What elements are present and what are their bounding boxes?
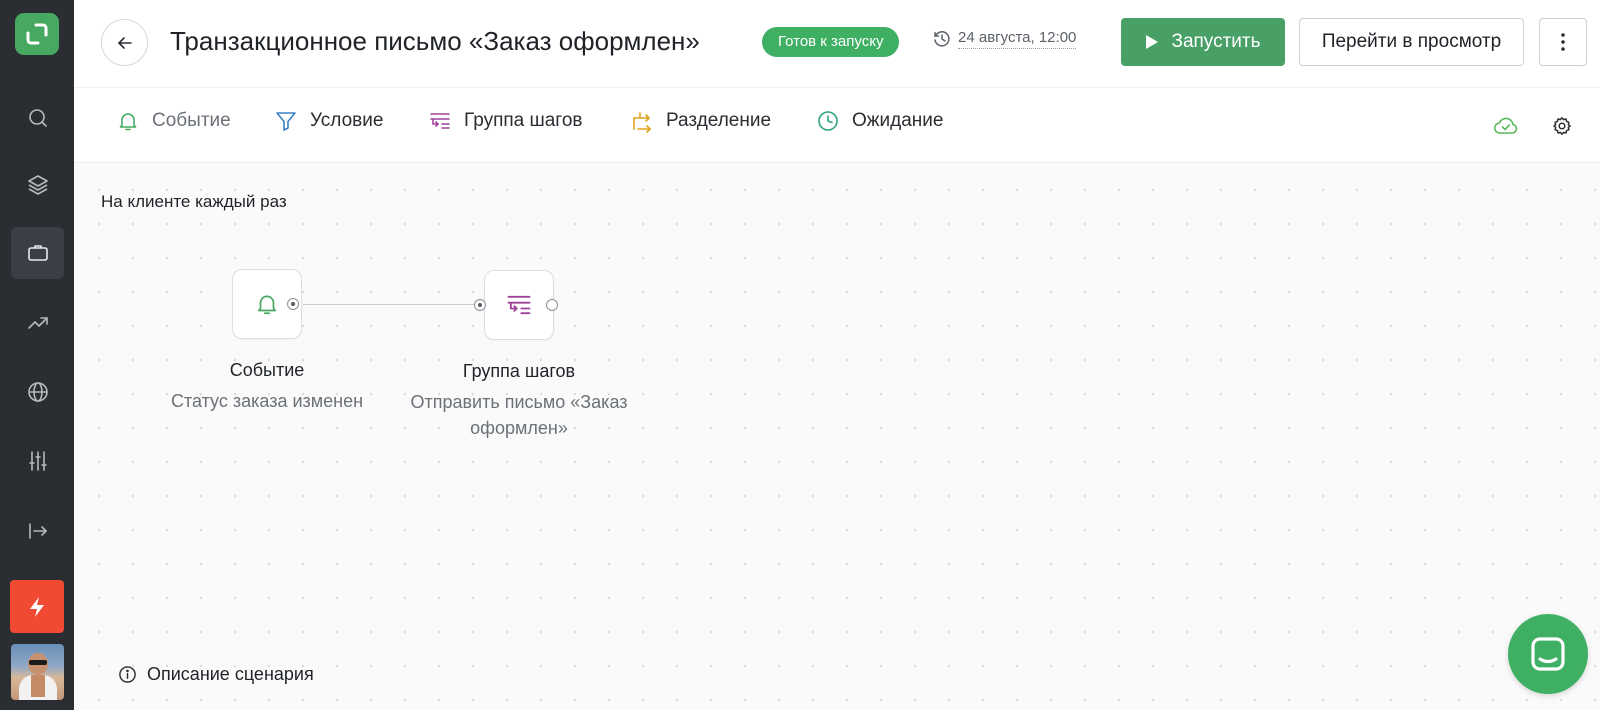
scenario-description-link[interactable]: Описание сценария xyxy=(118,664,314,685)
step-toolbar: Событие Условие Группа шагов Разделение … xyxy=(74,88,1600,163)
globe-icon xyxy=(27,382,48,402)
cloud-saved-status[interactable] xyxy=(1492,112,1520,140)
cloud-check-icon xyxy=(1493,117,1518,134)
schedule-text: 24 августа, 12:00 xyxy=(958,29,1077,49)
app-logo[interactable] xyxy=(15,13,59,55)
schedule-time[interactable]: 24 августа, 12:00 xyxy=(932,29,1077,49)
trigger-label: На клиенте каждый раз xyxy=(101,192,287,211)
tool-event-label: Событие xyxy=(152,110,231,131)
bell-icon xyxy=(258,295,276,315)
avatar[interactable] xyxy=(11,644,64,700)
more-vertical-icon xyxy=(1561,33,1565,51)
briefcase-icon xyxy=(27,245,48,261)
sliders-icon xyxy=(28,451,47,471)
connection-line xyxy=(303,304,478,305)
tool-condition[interactable]: Условие xyxy=(274,109,383,133)
sidebar-item-analytics[interactable] xyxy=(11,297,64,349)
sidebar-item-campaigns[interactable] xyxy=(11,227,64,279)
preview-button[interactable]: Перейти в просмотр xyxy=(1299,18,1524,66)
chat-icon xyxy=(1531,637,1565,671)
bolt-icon xyxy=(30,596,44,617)
bell-icon xyxy=(119,113,137,131)
preview-button-label: Перейти в просмотр xyxy=(1321,31,1502,52)
node-event-output-port[interactable] xyxy=(287,298,299,310)
tool-condition-label: Условие xyxy=(310,110,384,131)
tool-split[interactable]: Разделение xyxy=(630,109,771,133)
clock-icon xyxy=(818,111,838,131)
search-icon xyxy=(28,109,47,127)
export-icon xyxy=(28,523,47,539)
history-icon xyxy=(934,31,950,47)
tool-event[interactable]: Событие xyxy=(116,109,231,133)
node-step-group-title: Группа шагов xyxy=(462,361,576,381)
filter-icon xyxy=(276,112,296,131)
arrow-left-icon xyxy=(117,36,132,49)
sidebar-item-layers[interactable] xyxy=(11,159,64,211)
sidebar-item-settings[interactable] xyxy=(11,435,64,487)
back-button[interactable] xyxy=(101,19,148,66)
node-event-title: Событие xyxy=(229,360,305,380)
page-header: Транзакционное письмо «Заказ оформлен» Г… xyxy=(74,0,1600,88)
logo-icon xyxy=(26,23,48,45)
trend-icon xyxy=(27,317,48,329)
sidebar-item-search[interactable] xyxy=(11,92,64,144)
sidebar-item-web[interactable] xyxy=(11,366,64,418)
sidebar-item-exit[interactable] xyxy=(11,505,64,557)
sidebar-item-activity[interactable] xyxy=(10,580,64,633)
gear-icon xyxy=(1553,117,1571,135)
left-sidebar xyxy=(0,0,74,710)
scenario-description-label: Описание сценария xyxy=(147,664,314,684)
run-button-label: Запустить xyxy=(1171,31,1261,52)
info-icon xyxy=(119,666,136,683)
tool-step-group[interactable]: Группа шагов xyxy=(428,109,582,133)
tool-wait-label: Ожидание xyxy=(852,110,944,131)
node-step-group[interactable] xyxy=(484,270,554,340)
node-step-group-output-port[interactable] xyxy=(546,299,558,311)
node-step-group-subtitle: Отправить письмо «Заказ оформлен» xyxy=(410,392,628,438)
tool-wait[interactable]: Ожидание xyxy=(816,109,943,133)
more-menu-button[interactable] xyxy=(1539,18,1587,66)
step-group-icon xyxy=(507,295,531,315)
tool-split-label: Разделение xyxy=(666,110,772,131)
tool-step-group-label: Группа шагов xyxy=(464,110,583,131)
chat-widget-button[interactable] xyxy=(1508,614,1588,694)
play-icon xyxy=(1146,35,1159,49)
layers-icon xyxy=(27,175,48,195)
node-step-group-input-port[interactable] xyxy=(474,299,486,311)
split-icon xyxy=(633,112,651,133)
step-group-icon xyxy=(430,113,450,129)
scenario-canvas[interactable]: На клиенте каждый раз Событие Статус зак… xyxy=(74,163,1600,710)
canvas-settings-button[interactable] xyxy=(1548,112,1576,140)
run-button[interactable]: Запустить xyxy=(1121,18,1285,66)
page-title: Транзакционное письмо «Заказ оформлен» xyxy=(170,26,700,56)
node-event-subtitle: Статус заказа изменен xyxy=(170,391,364,411)
status-badge: Готов к запуску xyxy=(762,27,900,57)
